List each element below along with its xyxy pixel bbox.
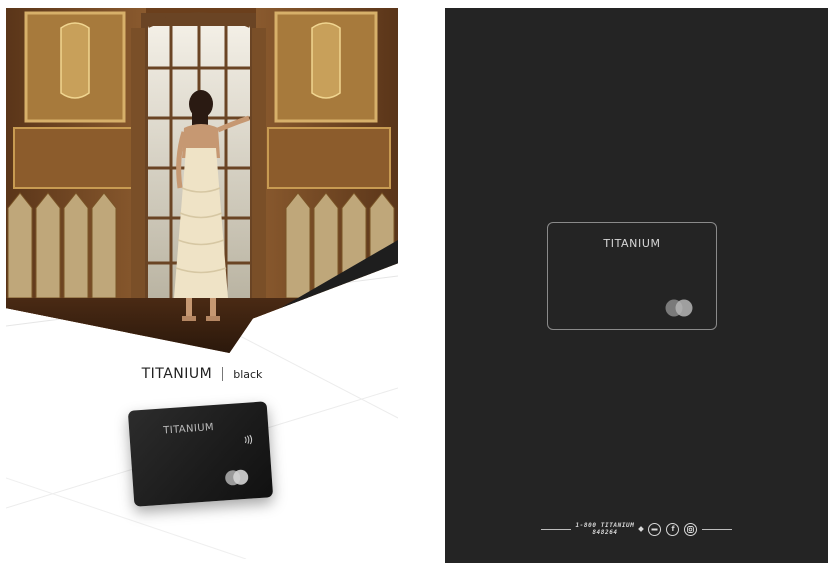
card-name: TITANIUM: [162, 422, 215, 437]
phone-number: 1-800 TITANIUM: [575, 522, 635, 529]
back-cover: TITANIUM 1-800 TITANIUM 848264 f: [445, 8, 828, 563]
contact-footer: 1-800 TITANIUM 848264 f: [445, 518, 828, 540]
phone-block: 1-800 TITANIUM 848264: [576, 522, 635, 536]
card-name: TITANIUM: [603, 237, 661, 250]
footer-rule-right: [702, 528, 733, 530]
brand-lockup: TITANIUM black: [6, 366, 398, 382]
contactless-icon: [244, 434, 253, 445]
mastercard-outline-logo: [665, 299, 693, 317]
phone-digits: 848264: [592, 529, 618, 536]
front-cover: TITANIUM black TITANIUM: [6, 8, 398, 559]
brand-name: TITANIUM: [141, 366, 213, 382]
instagram-icon[interactable]: [684, 522, 698, 536]
facebook-icon[interactable]: f: [666, 522, 680, 536]
diamond-icon: [638, 526, 645, 532]
mastercard-logo: [225, 469, 249, 486]
black-card: TITANIUM: [127, 401, 274, 507]
brochure-spread: TITANIUM black TITANIUM TITANIUM 1-800 T…: [0, 0, 828, 563]
whatsapp-icon[interactable]: [648, 522, 662, 536]
card-outline: TITANIUM: [547, 222, 717, 330]
hero-photo: [6, 8, 398, 353]
footer-rule-left: [540, 528, 571, 530]
brand-divider: [222, 367, 224, 381]
brand-tier: black: [233, 367, 263, 381]
